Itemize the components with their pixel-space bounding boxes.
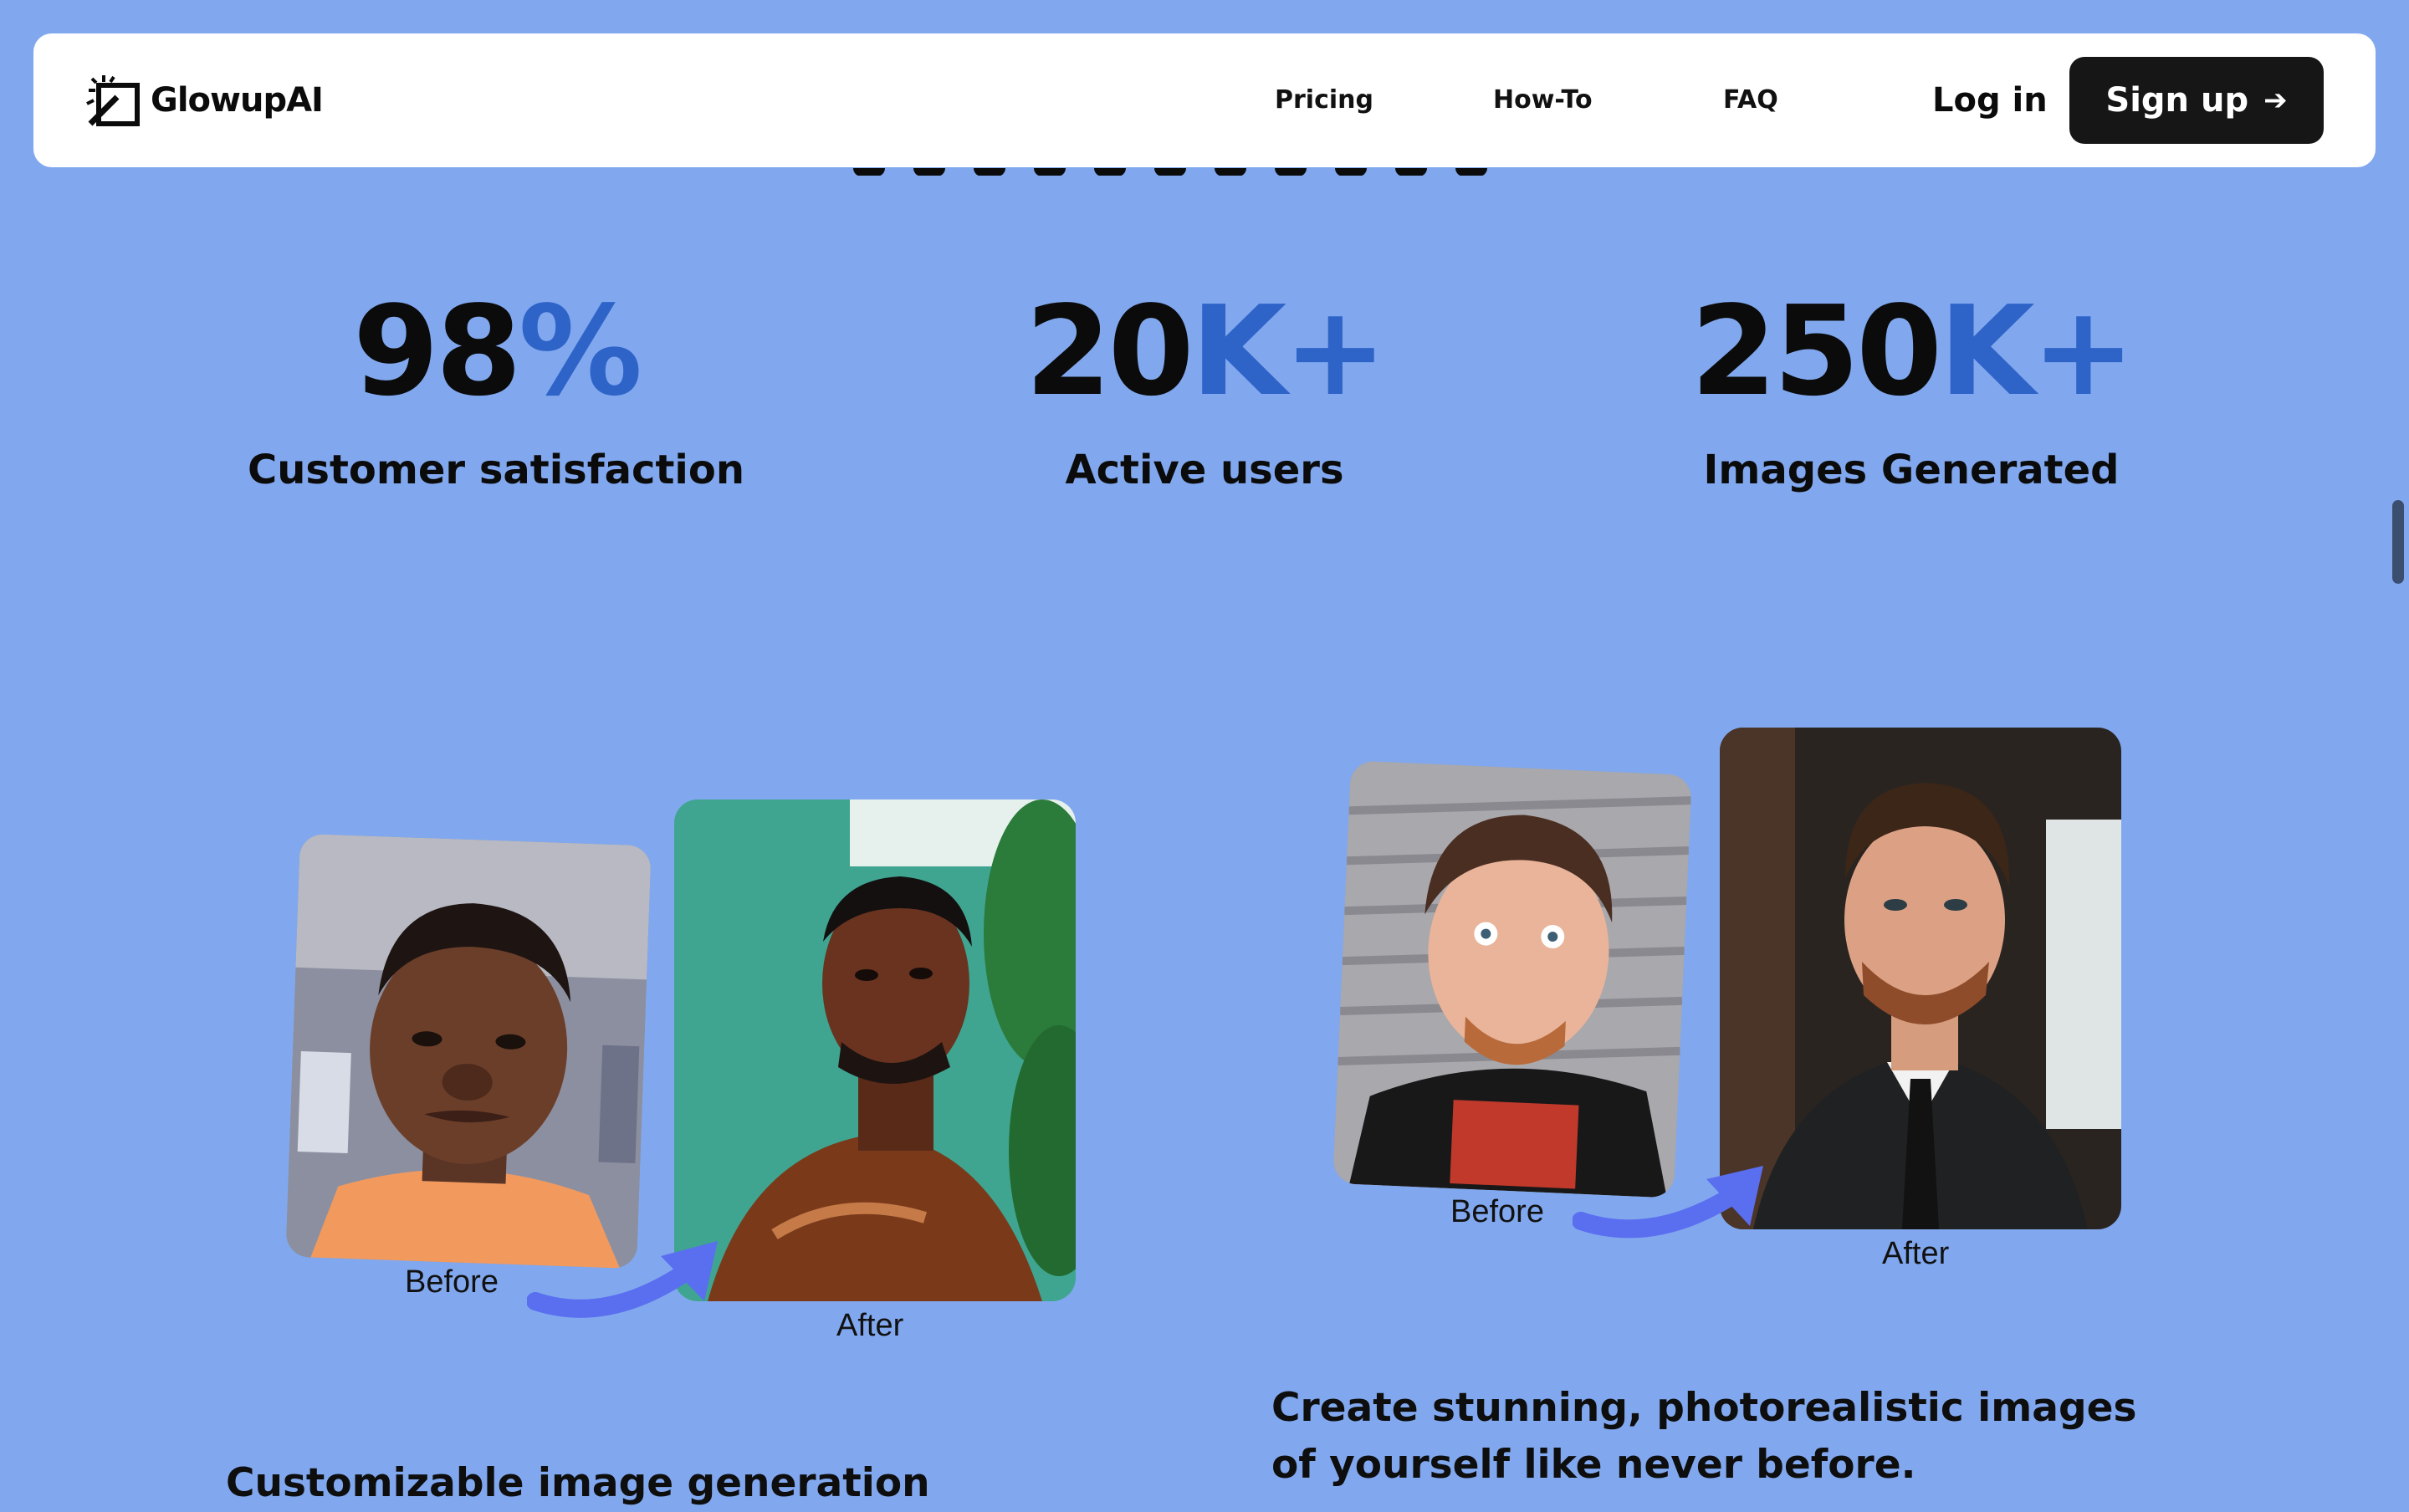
after-caption-2: After: [1882, 1236, 1950, 1271]
before-caption-2: Before: [1450, 1194, 1544, 1229]
feature-description-1: Customizable image generation: [226, 1460, 930, 1506]
scrollbar-thumb[interactable]: [2392, 500, 2404, 584]
feature-description-2: Create stunning, photorealistic images o…: [1271, 1385, 2137, 1488]
before-caption-1: Before: [405, 1264, 499, 1300]
stat-satisfaction: 98% Customer satisfaction: [203, 284, 789, 493]
nav-link-pricing[interactable]: Pricing: [1275, 75, 1373, 125]
curved-arrow-icon: [1573, 1166, 1763, 1239]
stat-label: Active users: [1065, 447, 1344, 493]
signup-button[interactable]: Sign up ➔: [2069, 57, 2324, 144]
magic-wand-icon: [86, 75, 140, 126]
stat-label: Customer satisfaction: [247, 447, 745, 493]
login-link[interactable]: Log in: [1932, 72, 2048, 129]
before-photo-2: [1332, 760, 1692, 1198]
brand-name: GlowupAI: [151, 81, 324, 120]
nav-link-how-to[interactable]: How-To: [1493, 75, 1593, 125]
stat-value: 20K+: [1025, 279, 1388, 423]
signup-label: Sign up: [2105, 81, 2249, 120]
stat-images-generated: 250K+ Images Generated: [1619, 284, 2204, 493]
top-navbar: GlowupAI Pricing How-To FAQ Log in Sign …: [33, 33, 2376, 167]
curved-arrow-icon: [527, 1241, 718, 1318]
stat-active-users: 20K+ Active users: [912, 284, 1497, 493]
stat-value: 98%: [352, 279, 642, 423]
nav-link-faq[interactable]: FAQ: [1723, 75, 1778, 125]
stat-label: Images Generated: [1703, 447, 2120, 493]
brand-logo[interactable]: GlowupAI: [84, 69, 324, 132]
hidden-heading-fragment: [853, 164, 1573, 176]
arrow-right-icon: ➔: [2263, 84, 2288, 117]
before-photo-1: [285, 833, 652, 1269]
after-photo-2: [1720, 728, 2121, 1229]
after-photo-1: [674, 799, 1076, 1301]
stat-value: 250K+: [1690, 279, 2135, 423]
after-caption-1: After: [836, 1308, 904, 1343]
